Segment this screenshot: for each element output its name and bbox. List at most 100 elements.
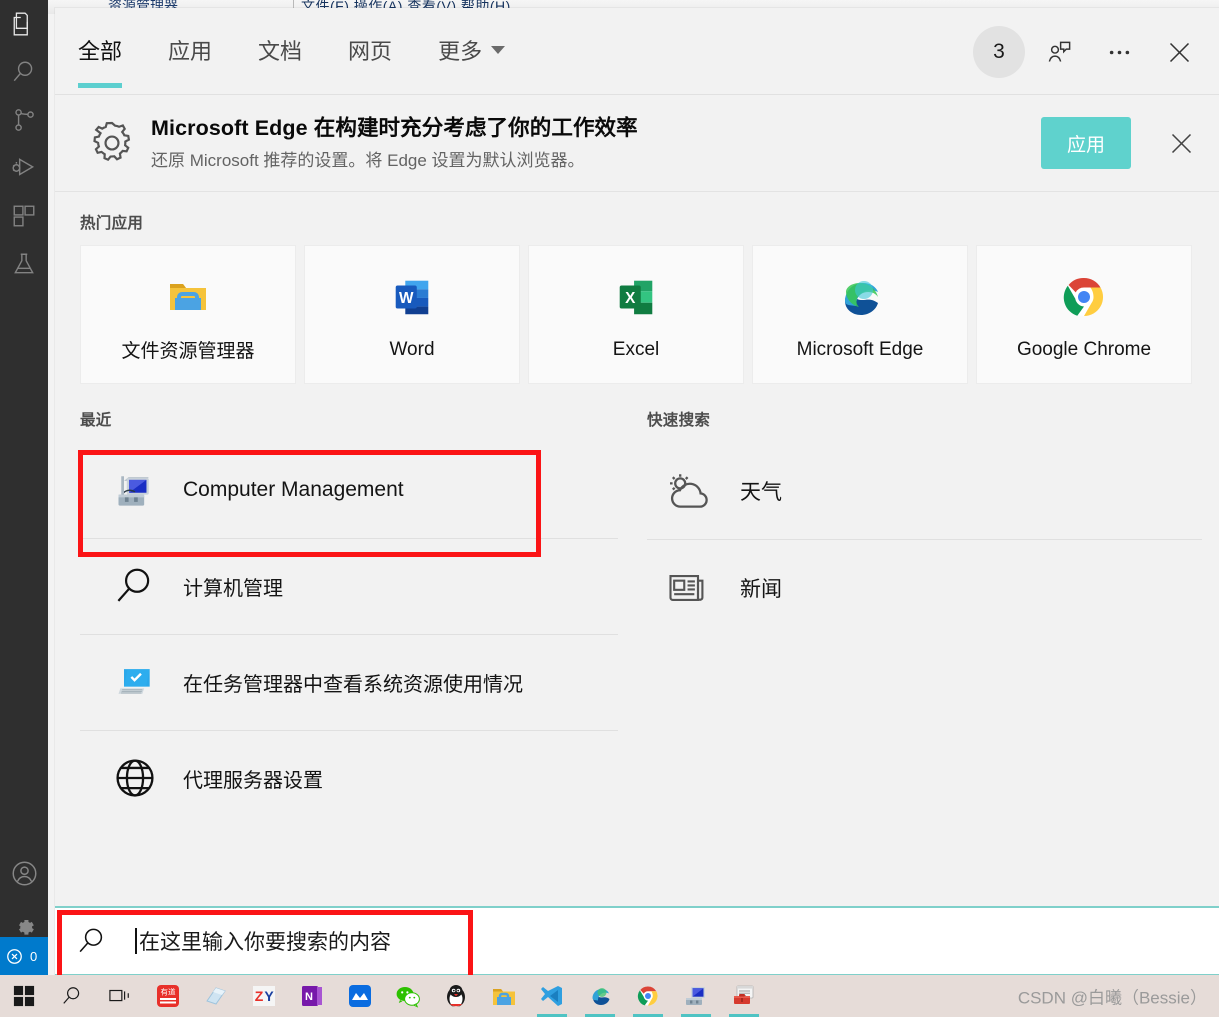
excel-icon: X <box>613 269 659 325</box>
app-tile-label: 文件资源管理器 <box>121 341 255 362</box>
vscode-icon[interactable] <box>528 975 576 1017</box>
tab-more[interactable]: 更多 <box>438 34 506 92</box>
app-tile-edge[interactable]: Microsoft Edge <box>752 245 968 384</box>
close-promo-icon[interactable] <box>1157 119 1205 167</box>
quick-search-label: 快速搜索 <box>647 412 711 429</box>
tab-documents-label: 文档 <box>258 39 303 64</box>
svg-text:W: W <box>399 289 414 306</box>
search-header: 全部 应用 文档 网页 更多 3 <box>55 8 1219 95</box>
file-explorer-icon <box>164 266 212 322</box>
recent-item-computer-management-cn[interactable]: 计算机管理 <box>80 538 618 634</box>
start-button-icon[interactable] <box>0 975 48 1017</box>
computer-management-taskbar-icon[interactable] <box>672 975 720 1017</box>
app-tile-chrome[interactable]: Google Chrome <box>976 245 1192 384</box>
promo-subtitle: 还原 Microsoft 推荐的设置。将 Edge 设置为默认浏览器。 <box>151 151 585 171</box>
search-magnifier-icon <box>77 926 107 956</box>
recent-section: 最近 Computer Management 计算机管理 在任务管理器中查看系统… <box>80 408 618 826</box>
tab-apps-label: 应用 <box>168 39 213 64</box>
recent-item-label: 代理服务器设置 <box>183 769 323 792</box>
app-tile-label: Word <box>389 338 435 360</box>
mm-blue-icon[interactable] <box>336 975 384 1017</box>
task-manager-monitor-icon <box>104 660 166 704</box>
app-tile-label: Google Chrome <box>1016 338 1152 360</box>
edge-promo-banner: Microsoft Edge 在构建时充分考虑了你的工作效率 还原 Micros… <box>55 95 1219 192</box>
news-paper-icon <box>654 566 720 610</box>
top-apps-section: 热门应用 文件资源管理器 W Word X Excel Microsoft Ed… <box>55 192 1219 384</box>
feedback-person-icon[interactable] <box>1033 26 1085 78</box>
chrome-icon <box>1060 269 1108 325</box>
testing-icon[interactable] <box>0 240 48 288</box>
chevron-down-icon <box>491 46 506 54</box>
word-icon: W <box>389 269 435 325</box>
app-tile-label: Excel <box>612 338 660 360</box>
app-tile-word[interactable]: W Word <box>304 245 520 384</box>
promo-title: Microsoft Edge 在构建时充分考虑了你的工作效率 <box>151 115 638 140</box>
search-icon[interactable] <box>0 48 48 96</box>
tab-web[interactable]: 网页 <box>348 34 392 92</box>
recent-item-task-manager[interactable]: 在任务管理器中查看系统资源使用情况 <box>80 634 618 730</box>
recent-list: Computer Management 计算机管理 在任务管理器中查看系统资源使… <box>80 442 618 826</box>
account-icon[interactable] <box>0 849 48 897</box>
watermark-text: CSDN @白曦（Bessie） <box>1017 988 1207 1008</box>
app-tile-excel[interactable]: X Excel <box>528 245 744 384</box>
qq-icon[interactable] <box>432 975 480 1017</box>
app-tile-file-explorer[interactable]: 文件资源管理器 <box>80 245 296 384</box>
tab-all-label: 全部 <box>78 39 123 64</box>
gear-outline-icon <box>81 118 143 168</box>
recent-label: 最近 <box>80 412 112 429</box>
notification-badge[interactable]: 3 <box>973 26 1025 78</box>
vscode-status-bar: 0 <box>0 937 48 975</box>
tab-documents[interactable]: 文档 <box>258 34 302 92</box>
computer-management-icon <box>104 468 166 512</box>
youdao-icon[interactable]: 有道 <box>144 975 192 1017</box>
more-options-icon[interactable] <box>1093 26 1145 78</box>
vscode-activity-bar <box>0 0 48 975</box>
toolbox-window-icon[interactable] <box>720 975 768 1017</box>
globe-icon <box>104 756 166 800</box>
quick-search-item-news[interactable]: 新闻 <box>647 539 1202 636</box>
tab-apps[interactable]: 应用 <box>168 34 212 92</box>
sticky-notes-icon[interactable] <box>192 975 240 1017</box>
zy-icon[interactable]: Z Y <box>240 975 288 1017</box>
quick-search-section: 快速搜索 天气 新闻 <box>647 408 1202 826</box>
wechat-icon[interactable] <box>384 975 432 1017</box>
search-results-body: 热门应用 文件资源管理器 W Word X Excel Microsoft Ed… <box>55 192 1219 1017</box>
edge-icon <box>836 269 884 325</box>
quick-search-item-weather[interactable]: 天气 <box>647 442 1202 539</box>
apply-button[interactable]: 应用 <box>1041 117 1131 169</box>
svg-text:N: N <box>305 991 313 1003</box>
onenote-icon[interactable]: N <box>288 975 336 1017</box>
chrome-taskbar-icon[interactable] <box>624 975 672 1017</box>
status-error-count: 0 <box>30 948 38 964</box>
recent-item-proxy-settings[interactable]: 代理服务器设置 <box>80 730 618 826</box>
svg-text:有道: 有道 <box>161 987 176 997</box>
tab-all[interactable]: 全部 <box>78 34 123 92</box>
svg-text:X: X <box>625 289 636 306</box>
status-error-icon[interactable] <box>6 948 23 965</box>
taskbar-search-icon[interactable] <box>48 975 96 1017</box>
recent-item-label: Computer Management <box>183 478 404 501</box>
edge-taskbar-icon[interactable] <box>576 975 624 1017</box>
recent-item-label: 在任务管理器中查看系统资源使用情况 <box>183 673 523 696</box>
svg-text:Y: Y <box>264 988 274 1004</box>
app-tile-label: Microsoft Edge <box>796 338 924 360</box>
source-control-icon[interactable] <box>0 96 48 144</box>
extensions-icon[interactable] <box>0 192 48 240</box>
svg-text:Z: Z <box>255 988 264 1004</box>
run-debug-icon[interactable] <box>0 144 48 192</box>
file-explorer-taskbar-icon[interactable] <box>480 975 528 1017</box>
recent-item-label: 计算机管理 <box>183 577 283 600</box>
task-view-icon[interactable] <box>96 975 144 1017</box>
recent-item-computer-management[interactable]: Computer Management <box>80 442 618 538</box>
search-magnifier-icon <box>104 565 166 607</box>
notification-badge-count: 3 <box>993 40 1005 63</box>
text-cursor <box>135 928 137 954</box>
close-flyout-icon[interactable] <box>1153 26 1205 78</box>
explorer-icon[interactable] <box>0 0 48 48</box>
search-input-bar[interactable]: 在这里输入你要搜索的内容 <box>55 906 1219 976</box>
top-apps-tiles: 文件资源管理器 W Word X Excel Microsoft Edge Go… <box>80 245 1219 384</box>
windows-search-flyout: 全部 应用 文档 网页 更多 3 Microsoft Edge 在构建时充分考虑… <box>55 8 1219 1017</box>
top-apps-label: 热门应用 <box>80 215 144 232</box>
quick-search-list: 天气 新闻 <box>647 442 1202 636</box>
results-columns: 最近 Computer Management 计算机管理 在任务管理器中查看系统… <box>55 384 1219 826</box>
